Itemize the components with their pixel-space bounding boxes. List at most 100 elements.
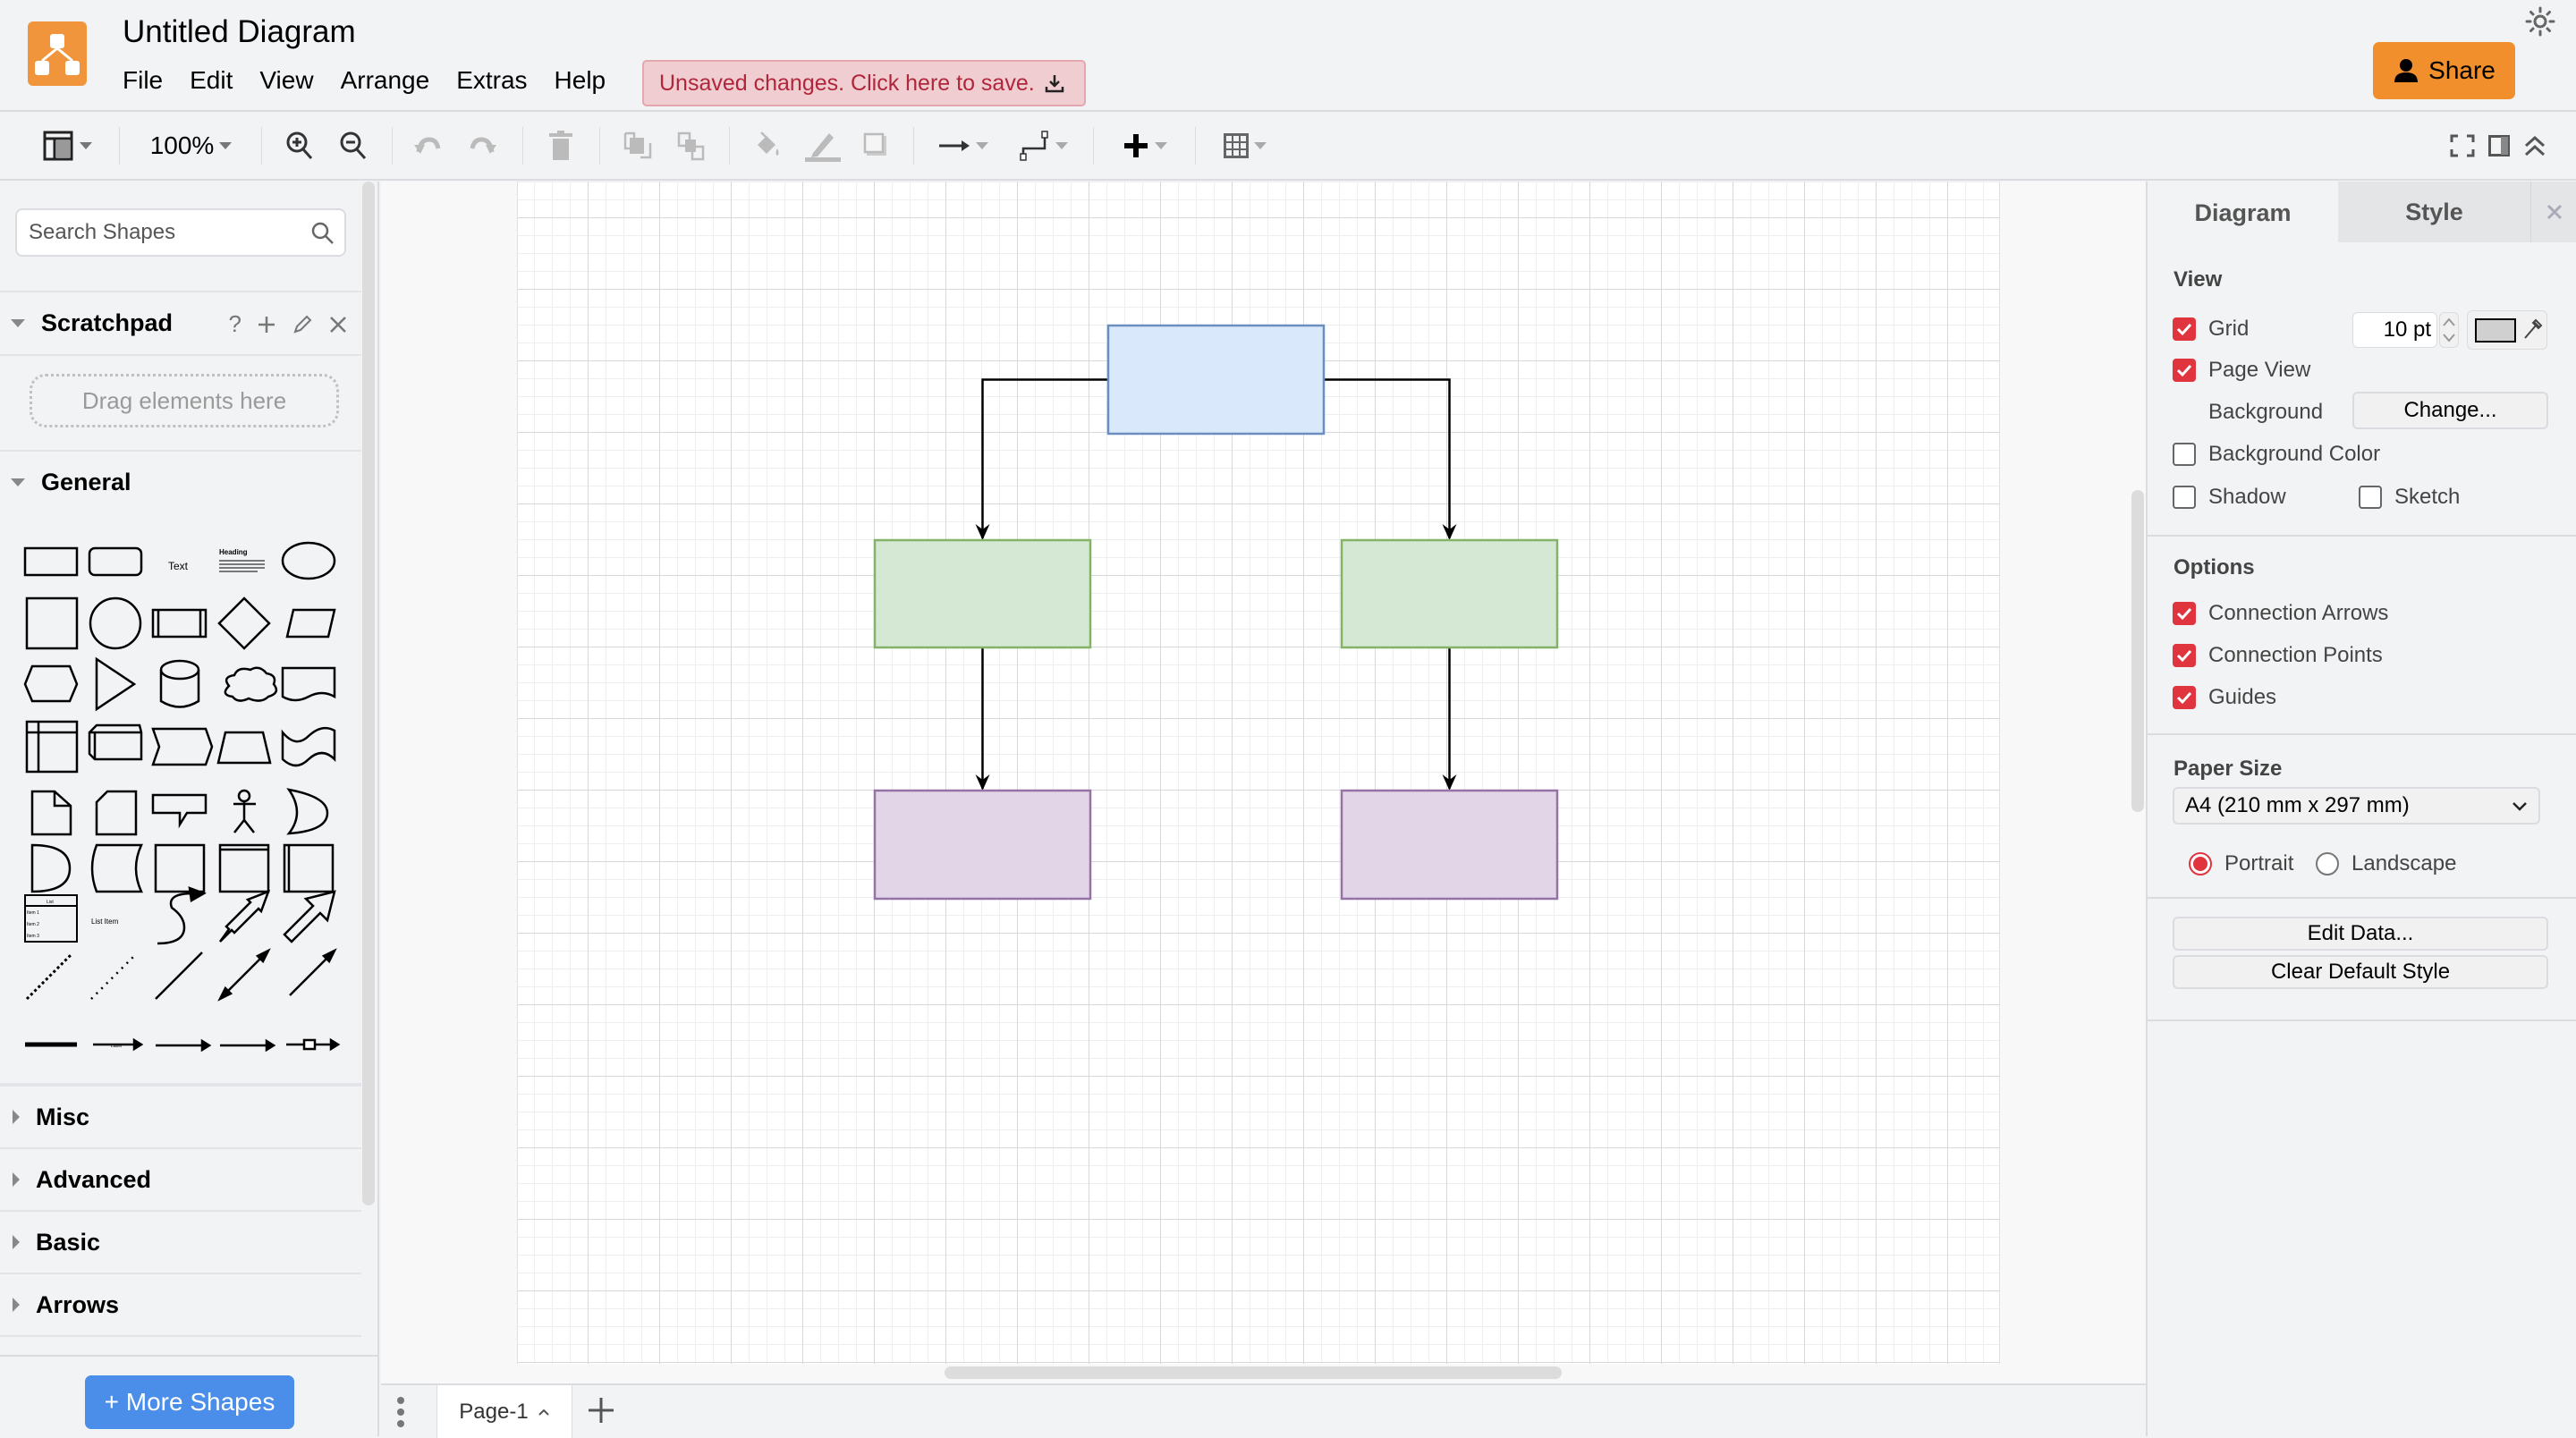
scratchpad-header[interactable]: Scratchpad ?	[0, 291, 361, 353]
share-button[interactable]: Share	[2373, 42, 2515, 99]
shape-card[interactable]	[95, 790, 138, 836]
to-front-button[interactable]	[620, 125, 656, 166]
diagram-title[interactable]: Untitled Diagram	[123, 14, 356, 50]
shape-actor[interactable]	[233, 789, 256, 833]
shape-triangle[interactable]	[95, 656, 137, 712]
drawio-logo[interactable]	[28, 21, 87, 86]
checkbox-checked[interactable]	[2173, 644, 2196, 667]
insert-button[interactable]	[1113, 125, 1177, 166]
shape-list[interactable]: List Item 1 Item 2 Item 3	[24, 894, 78, 943]
connection-arrows-checkbox[interactable]: Connection Arrows	[2173, 600, 2388, 627]
shape-bidirectional-connector[interactable]	[217, 948, 271, 1002]
shape-line[interactable]	[155, 952, 203, 1000]
shape-source-target-connector[interactable]	[220, 1038, 276, 1053]
radio-unselected[interactable]	[2316, 852, 2339, 875]
menu-file[interactable]: File	[123, 66, 163, 95]
radio-selected[interactable]	[2189, 852, 2212, 875]
grid-size-input[interactable]: 10 pt	[2352, 312, 2437, 348]
unsaved-changes-banner[interactable]: Unsaved changes. Click here to save.	[642, 60, 1086, 106]
shape-connector-with-symbol[interactable]	[286, 1037, 341, 1052]
fill-color-button[interactable]	[750, 125, 785, 166]
checkbox-unchecked[interactable]	[2173, 443, 2196, 466]
diagram-page[interactable]	[517, 182, 2000, 1364]
scratchpad-help-button[interactable]: ?	[229, 310, 242, 338]
page-tab[interactable]: Page-1	[436, 1385, 572, 1438]
shape-left-grandchild[interactable]	[873, 789, 1092, 901]
arrows-header[interactable]: Arrows	[0, 1273, 361, 1335]
shape-heading[interactable]: Heading	[219, 548, 265, 572]
menu-view[interactable]: View	[259, 66, 313, 95]
edge-root-to-right-child[interactable]	[1324, 378, 1451, 539]
shape-trapezoid[interactable]	[216, 731, 272, 765]
shape-process[interactable]	[151, 608, 208, 639]
search-shapes-input[interactable]: Search Shapes	[15, 208, 346, 257]
shape-step[interactable]	[151, 727, 214, 766]
shape-bidirectional-arrow[interactable]	[218, 889, 271, 943]
shape-data-storage[interactable]	[30, 843, 72, 893]
shape-rounded-rectangle[interactable]	[88, 546, 143, 577]
shape-parallelogram[interactable]	[285, 608, 336, 639]
vertical-scrollbar[interactable]	[2131, 490, 2144, 812]
page-view-checkbox[interactable]: Page View	[2173, 357, 2310, 384]
zoom-in-button[interactable]	[282, 125, 318, 166]
menu-help[interactable]: Help	[555, 66, 606, 95]
grid-checkbox[interactable]: Grid	[2173, 316, 2249, 343]
more-shapes-button[interactable]: + More Shapes	[85, 1375, 294, 1429]
connection-style-button[interactable]	[932, 125, 995, 166]
zoom-dropdown[interactable]: 100%	[140, 125, 242, 166]
checkbox-checked[interactable]	[2173, 686, 2196, 709]
shape-right-grandchild[interactable]	[1340, 789, 1559, 901]
edit-icon[interactable]	[292, 314, 313, 335]
shape-internal-storage[interactable]	[25, 720, 79, 774]
shape-document[interactable]	[281, 666, 336, 702]
shape-note[interactable]	[30, 790, 72, 836]
close-panel-button[interactable]	[2530, 182, 2576, 242]
shape-callout[interactable]	[151, 793, 208, 829]
menu-extras[interactable]: Extras	[456, 66, 527, 95]
shape-dotted-line[interactable]	[90, 953, 137, 1000]
shape-directional-connector[interactable]	[289, 948, 337, 996]
shape-list-item[interactable]: List Item	[91, 918, 119, 926]
checkbox-checked[interactable]	[2173, 359, 2196, 382]
table-button[interactable]	[1213, 125, 1277, 166]
general-header[interactable]: General	[0, 450, 361, 512]
shape-arrow[interactable]	[283, 890, 336, 943]
shape-circle[interactable]	[89, 596, 142, 650]
horizontal-scrollbar[interactable]	[945, 1366, 1562, 1379]
waypoints-button[interactable]	[1013, 125, 1075, 166]
clear-default-style-button[interactable]: Clear Default Style	[2173, 955, 2548, 989]
shape-container[interactable]	[154, 843, 206, 893]
page-menu-icon[interactable]	[395, 1396, 406, 1428]
landscape-radio[interactable]: Landscape	[2316, 850, 2456, 877]
line-color-button[interactable]	[803, 125, 843, 166]
close-icon[interactable]	[329, 316, 347, 334]
to-back-button[interactable]	[674, 125, 709, 166]
shape-right-child[interactable]	[1340, 538, 1559, 649]
shape-source-label-connector[interactable]	[156, 1038, 212, 1053]
collapse-header-button[interactable]	[2519, 125, 2551, 166]
search-icon[interactable]	[310, 221, 335, 246]
checkbox-checked[interactable]	[2173, 317, 2196, 341]
shape-hexagon[interactable]	[23, 664, 79, 703]
format-panel-button[interactable]	[34, 125, 100, 166]
misc-header[interactable]: Misc	[0, 1085, 361, 1147]
shape-horizontal-container[interactable]	[218, 843, 270, 893]
shape-or[interactable]	[286, 788, 329, 835]
undo-button[interactable]	[410, 125, 445, 166]
edit-data-button[interactable]: Edit Data...	[2173, 917, 2548, 951]
shape-left-child[interactable]	[873, 538, 1092, 649]
shape-rectangle[interactable]	[23, 546, 79, 577]
shadow-button[interactable]	[859, 125, 894, 166]
menu-arrange[interactable]: Arrange	[341, 66, 430, 95]
shape-root[interactable]	[1106, 324, 1326, 436]
add-icon[interactable]	[258, 316, 275, 334]
shape-cloud[interactable]	[224, 666, 278, 702]
checkbox-checked[interactable]	[2173, 602, 2196, 625]
grid-size-stepper[interactable]	[2439, 312, 2459, 348]
checkbox-unchecked[interactable]	[2359, 486, 2382, 509]
sidebar-scrollbar[interactable]	[362, 182, 375, 1205]
shape-ellipse[interactable]	[281, 541, 336, 580]
canvas-area[interactable]	[381, 182, 2146, 1384]
shape-cube[interactable]	[88, 723, 143, 761]
scratchpad-dropzone[interactable]: Drag elements here	[30, 374, 339, 427]
